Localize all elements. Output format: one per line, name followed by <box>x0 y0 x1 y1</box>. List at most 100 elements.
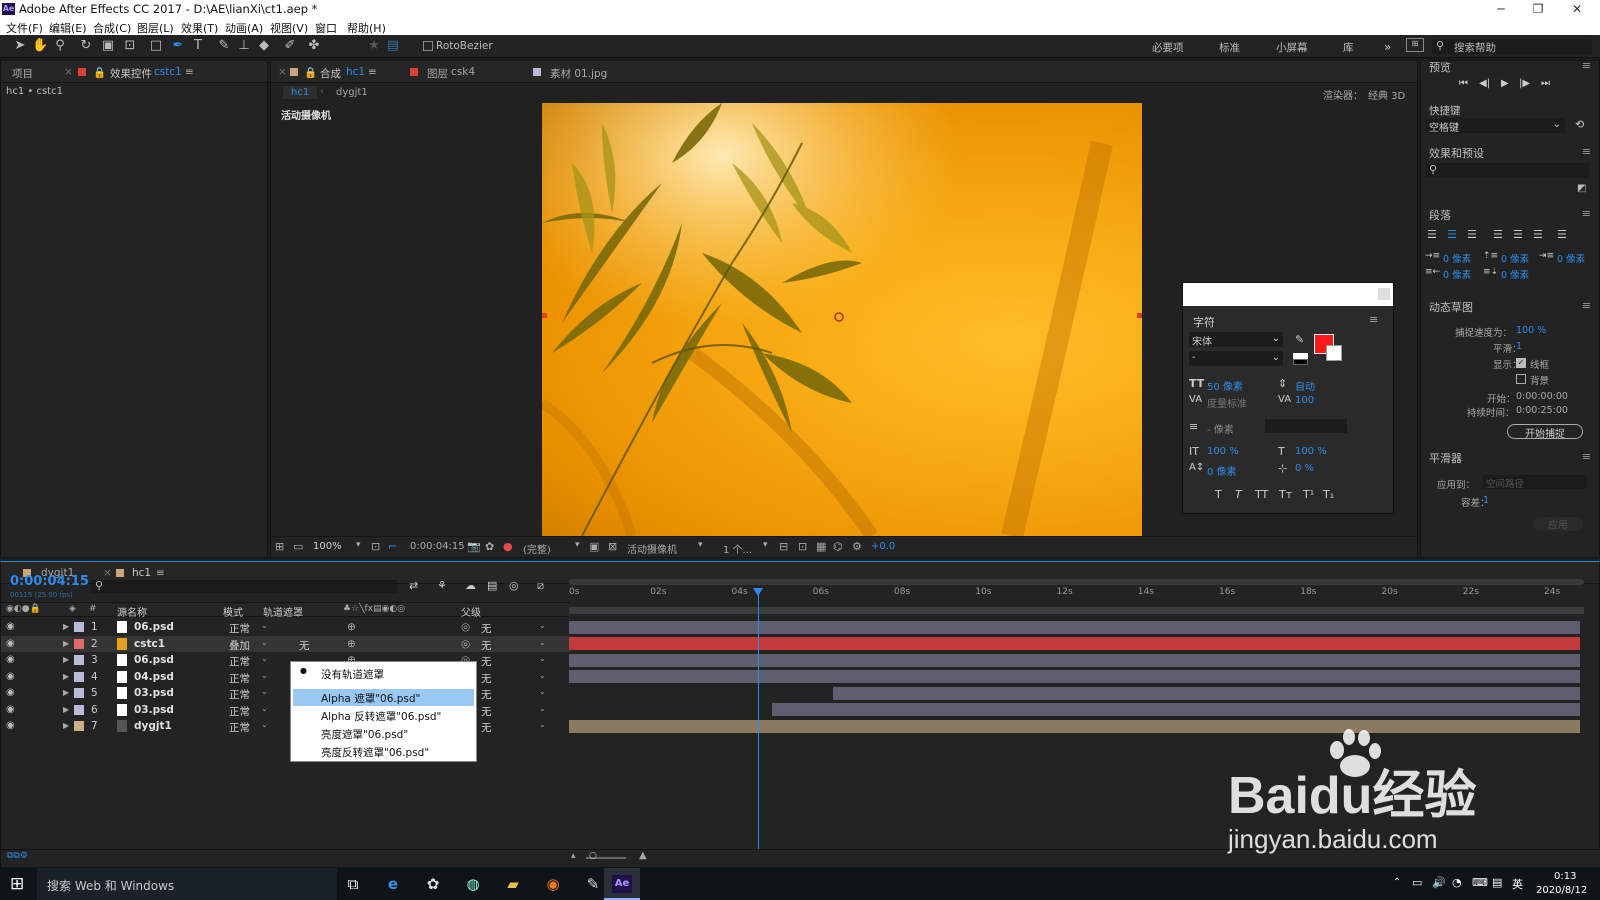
playhead-handle[interactable] <box>753 588 763 596</box>
zoom-select[interactable]: 100% <box>313 541 342 552</box>
menu-layer[interactable]: 图层(L) <box>137 20 174 36</box>
tab-project[interactable]: 项目 <box>12 66 33 81</box>
faux-italic-button[interactable]: T <box>1235 488 1242 501</box>
taskbar-search-box[interactable]: 搜索 Web 和 Windows <box>37 868 337 900</box>
snapshot-icon[interactable]: 📷 <box>467 540 481 553</box>
vertical-scale-value[interactable]: 100 % <box>1207 446 1239 457</box>
eye-icon[interactable]: ◉ <box>6 654 15 665</box>
layer-name[interactable]: dygjt1 <box>134 720 172 732</box>
new-preset-icon[interactable]: ◩ <box>1577 183 1586 194</box>
timecode-display[interactable]: 0:00:04:15 <box>10 574 89 589</box>
blend-mode-select[interactable]: 正常 <box>229 654 250 669</box>
layer-duration-bar[interactable] <box>772 703 1580 716</box>
composition-viewer-frame[interactable] <box>542 103 1142 536</box>
close-panel-button[interactable] <box>1378 288 1390 300</box>
twirl-arrow-icon[interactable]: ▶ <box>63 655 69 664</box>
tab-layer[interactable]: 图层 <box>427 66 448 81</box>
zoom-in-icon[interactable]: ▲ <box>639 850 647 861</box>
layer-row[interactable]: ◉ ▶ 3 06.psd 正常 ⌄ ⊕ ◎ 无 ⌄ <box>1 652 571 668</box>
layer-duration-bar[interactable] <box>569 637 1580 650</box>
pan-behind-tool-icon[interactable]: ⊡ <box>122 38 138 54</box>
next-frame-icon[interactable]: |▶ <box>1519 78 1530 89</box>
current-time-display[interactable]: 0:00:04:15 <box>410 541 465 552</box>
label-color[interactable] <box>74 655 84 665</box>
frame-blending-icon[interactable]: ▤ <box>487 579 497 592</box>
roto-brush-tool-icon[interactable]: ✐ <box>282 38 298 54</box>
baseline-shift-value[interactable]: 0 像素 <box>1207 463 1237 478</box>
layer-duration-bar[interactable] <box>569 670 1580 683</box>
menu-view[interactable]: 视图(V) <box>270 20 308 36</box>
source-name-header[interactable]: 源名称 <box>117 604 147 619</box>
layer-name[interactable]: 04.psd <box>134 671 174 683</box>
justify-right-icon[interactable]: ☰ <box>1533 228 1543 241</box>
font-size-value[interactable]: 50 像素 <box>1207 378 1243 393</box>
timeline-navigator[interactable] <box>569 607 1584 614</box>
snap-icon[interactable]: ▤ <box>385 38 401 54</box>
subscript-button[interactable]: T₁ <box>1323 488 1334 501</box>
task-view-icon[interactable]: ⧉ <box>340 872 366 896</box>
twirl-arrow-icon[interactable]: ▶ <box>63 622 69 631</box>
tab-effect-controls[interactable]: 效果控件 <box>110 66 152 81</box>
track-matte-select[interactable]: 无 <box>299 638 310 653</box>
parent-select[interactable]: 无 <box>481 621 492 636</box>
renderer-value[interactable]: 经典 3D <box>1368 87 1405 102</box>
kerning-value[interactable]: 度量标准 <box>1207 395 1247 410</box>
battery-icon[interactable]: ▭ <box>1412 876 1422 889</box>
toggle-mask-icon[interactable]: ▣ <box>589 540 599 553</box>
subtab-dygjt1[interactable]: dygjt1 <box>336 87 368 98</box>
parent-select[interactable]: 无 <box>481 638 492 653</box>
space-before-value[interactable]: 0 像素 <box>1501 251 1529 265</box>
more-workspaces-icon[interactable]: » <box>1384 40 1391 54</box>
label-color[interactable] <box>74 688 84 698</box>
keyboard-icon[interactable]: ⌨ <box>1472 876 1488 889</box>
label-color[interactable] <box>74 704 84 715</box>
option-alpha-matte[interactable]: Alpha 遮罩"06.psd" <box>293 689 474 706</box>
align-right-icon[interactable]: ☰ <box>1467 228 1477 241</box>
label-color[interactable] <box>74 671 84 682</box>
panel-menu-icon[interactable]: ≡ <box>1582 299 1591 312</box>
background-checkbox[interactable] <box>1516 374 1526 384</box>
option-luma-matte[interactable]: 亮度遮罩"06.psd" <box>293 725 474 742</box>
parent-select[interactable]: 无 <box>481 671 492 686</box>
layer-row[interactable]: ◉ ▶ 1 06.psd 正常 ⌄ ⊕ ◎ 无 ⌄ <box>1 619 571 635</box>
puppet-tool-icon[interactable]: ✤ <box>306 38 322 54</box>
layer-duration-bar[interactable] <box>832 686 1580 700</box>
tab-composition[interactable]: 合成 <box>320 66 341 81</box>
close-tab-icon[interactable]: × <box>103 567 112 579</box>
draft-3d-icon[interactable]: ⚘ <box>437 579 447 592</box>
network-icon[interactable]: ◔ <box>1452 876 1462 889</box>
eye-icon[interactable]: ◉ <box>6 638 15 649</box>
layer-row[interactable]: ◉▶603.psd正常⌄⊕◎无⌄ <box>1 702 571 718</box>
layer-row[interactable]: ◉▶503.psd正常⌄⊕◎无⌄ <box>1 685 571 701</box>
rectangle-tool-icon[interactable]: □ <box>148 38 164 54</box>
exposure-value[interactable]: +0.0 <box>871 541 895 552</box>
panel-menu-icon[interactable]: ≡ <box>156 567 165 579</box>
type-tool-icon[interactable]: T <box>190 38 206 54</box>
space-after-value[interactable]: 0 像素 <box>1501 267 1529 281</box>
mode-header[interactable]: 模式 <box>223 604 243 619</box>
gear-icon[interactable]: ⚙ <box>852 540 862 553</box>
comp-mini-flowchart-icon[interactable]: ⇄ <box>409 579 418 592</box>
tolerance-value[interactable]: 1 <box>1483 495 1489 506</box>
clone-stamp-tool-icon[interactable]: ⊥ <box>236 38 252 54</box>
capture-speed-value[interactable]: 100 % <box>1516 325 1546 336</box>
menu-composition[interactable]: 合成(C) <box>93 20 131 36</box>
hand-tool-icon[interactable]: ✋ <box>32 38 48 54</box>
pen-tool-icon[interactable]: ✒ <box>170 38 186 54</box>
layer-name[interactable]: 06.psd <box>134 654 174 666</box>
pixel-aspect-icon[interactable]: ⊟ <box>779 540 788 553</box>
eye-icon[interactable]: ◉ <box>6 687 15 698</box>
first-indent-value[interactable]: 0 像素 <box>1557 251 1585 265</box>
app-icon[interactable]: ◍ <box>460 872 486 896</box>
current-time-indicator[interactable] <box>758 588 759 849</box>
zoom-slider-handle[interactable]: ○ <box>589 851 597 861</box>
eye-icon[interactable]: ◉ <box>6 671 15 682</box>
apply-to-select[interactable]: 空间路径 <box>1483 475 1587 490</box>
menu-window[interactable]: 窗口 <box>315 20 337 36</box>
twirl-arrow-icon[interactable]: ▶ <box>63 639 69 648</box>
first-frame-icon[interactable]: ⏮ <box>1459 78 1468 89</box>
character-panel-titlebar[interactable] <box>1183 283 1393 306</box>
tsume-value[interactable]: 0 % <box>1295 463 1314 474</box>
panel-menu-icon[interactable]: ≡ <box>368 66 377 78</box>
reset-icon[interactable]: ⟲ <box>1575 118 1584 131</box>
